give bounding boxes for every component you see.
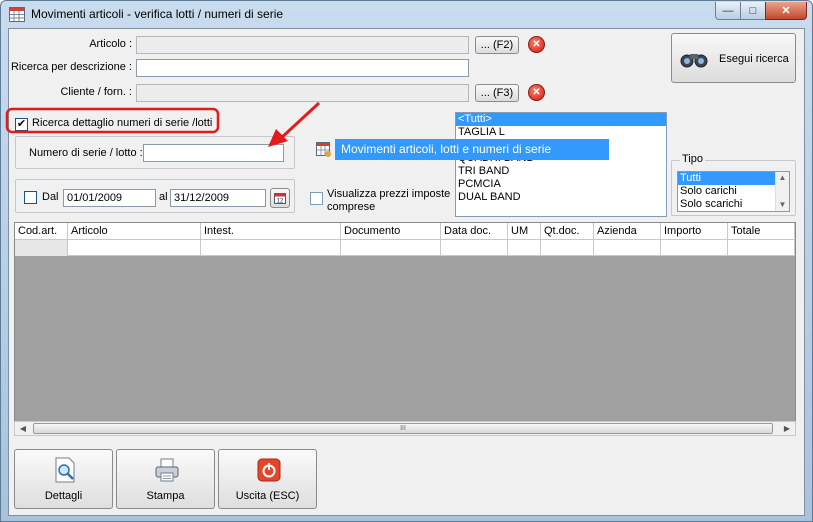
popup-menu-item[interactable]: Movimenti articoli, lotti e numeri di se… — [335, 139, 609, 160]
scroll-thumb[interactable]: III — [33, 423, 773, 434]
report-icon — [316, 142, 331, 157]
table-row[interactable] — [15, 240, 795, 256]
results-grid[interactable]: Cod.art. Articolo Intest. Documento Data doc… — [14, 222, 796, 436]
search-button-label: Esegui ricerca — [719, 53, 789, 65]
date-to-label: al — [159, 191, 168, 203]
serial-field[interactable] — [143, 144, 284, 162]
column-header[interactable]: Documento — [341, 223, 441, 240]
column-header[interactable]: Intest. — [201, 223, 341, 240]
date-from-field[interactable] — [63, 189, 156, 207]
close-window-button[interactable]: ✕ — [765, 2, 807, 20]
table-grid-icon — [9, 7, 25, 22]
show-prices-checkbox[interactable] — [310, 192, 323, 205]
red-highlight-box — [5, 107, 220, 134]
binoculars-icon — [680, 54, 708, 68]
cliente-lookup-button[interactable]: ... (F3) — [475, 84, 519, 102]
column-header[interactable]: Qt.doc. — [541, 223, 594, 240]
tipo-legend: Tipo — [680, 153, 705, 165]
print-label: Stampa — [146, 490, 185, 502]
list-item[interactable]: DUAL BAND — [456, 191, 666, 204]
scroll-up-icon[interactable]: ▲ — [776, 172, 789, 184]
tipo-option[interactable]: Solo scarichi — [678, 198, 775, 211]
date-check-label: Dal — [42, 191, 59, 203]
list-item[interactable]: TRI BAND — [456, 165, 666, 178]
table-cell[interactable] — [541, 240, 594, 256]
exit-label: Uscita (ESC) — [235, 490, 300, 502]
window-title: Movimenti articoli - verifica lotti / nu… — [31, 7, 284, 21]
articolo-lookup-button[interactable]: ... (F2) — [475, 36, 519, 54]
print-button[interactable]: Stampa — [116, 449, 215, 509]
svg-text:12: 12 — [277, 199, 284, 205]
maximize-button[interactable]: □ — [740, 2, 766, 20]
grid-header: Cod.art. Articolo Intest. Documento Data doc… — [15, 223, 795, 240]
date-to-field[interactable] — [170, 189, 266, 207]
scroll-left-icon[interactable]: ◀ — [15, 422, 31, 435]
table-cell[interactable] — [441, 240, 508, 256]
minimize-icon: — — [722, 4, 734, 17]
show-prices-label-1: Visualizza prezzi imposte — [327, 188, 451, 200]
column-header[interactable]: Totale — [728, 223, 795, 240]
column-header[interactable]: Importo — [661, 223, 728, 240]
minimize-button[interactable]: — — [715, 2, 741, 20]
table-cell[interactable] — [661, 240, 728, 256]
title-bar: Movimenti articoli - verifica lotti / nu… — [1, 1, 812, 27]
tipo-scrollbar[interactable]: ▲ ▼ — [775, 172, 789, 211]
column-header[interactable]: Articolo — [68, 223, 201, 240]
table-cell[interactable] — [15, 240, 68, 256]
table-cell[interactable] — [201, 240, 341, 256]
list-item[interactable]: TAGLIA L — [456, 126, 666, 139]
table-cell[interactable] — [594, 240, 661, 256]
articolo-field[interactable] — [136, 36, 469, 54]
calendar-icon: 12 — [274, 193, 286, 205]
table-cell[interactable] — [68, 240, 201, 256]
magnifier-document-icon — [55, 457, 75, 483]
scroll-down-icon[interactable]: ▼ — [776, 199, 789, 211]
table-cell[interactable] — [341, 240, 441, 256]
printer-icon — [155, 458, 179, 482]
maximize-icon: □ — [749, 4, 757, 17]
tipo-option[interactable]: Solo carichi — [678, 185, 775, 198]
list-item[interactable]: PCMCIA — [456, 178, 666, 191]
details-button[interactable]: Dettagli — [14, 449, 113, 509]
show-prices-label-2: comprese — [327, 201, 376, 213]
tipo-group: Tipo Tutti Solo carichi Solo scarichi ▲ ▼ — [671, 153, 796, 216]
category-list[interactable]: <Tutti>TAGLIA LQUADRI BANDTRI BANDPCMCIA… — [455, 112, 667, 217]
tipo-option[interactable]: Tutti — [678, 172, 775, 185]
cliente-label: Cliente / forn. : — [60, 86, 132, 98]
descrizione-field[interactable] — [136, 59, 469, 77]
column-header[interactable]: Azienda — [594, 223, 661, 240]
articolo-label: Articolo : — [89, 38, 132, 50]
date-group: Dal al 12 — [15, 179, 295, 213]
calendar-button[interactable]: 12 — [270, 188, 290, 208]
tipo-list[interactable]: Tutti Solo carichi Solo scarichi ▲ ▼ — [677, 171, 790, 212]
descrizione-label: Ricerca per descrizione : — [10, 61, 132, 73]
table-cell[interactable] — [728, 240, 795, 256]
scroll-right-icon[interactable]: ▶ — [779, 422, 795, 435]
close-icon: ✕ — [781, 5, 791, 17]
details-label: Dettagli — [44, 490, 83, 502]
serial-label: Numero di serie / lotto : — [29, 147, 143, 159]
column-header[interactable]: Cod.art. — [15, 223, 68, 240]
column-header[interactable]: Data doc. — [441, 223, 508, 240]
column-header[interactable]: UM — [508, 223, 541, 240]
red-arrow-annotation — [268, 101, 321, 147]
list-item[interactable]: <Tutti> — [456, 113, 666, 126]
horizontal-scrollbar[interactable]: ◀ III ▶ — [14, 421, 796, 436]
client-area: Articolo : ... (F2) ✕ Ricerca per descri… — [5, 28, 805, 516]
power-icon — [257, 458, 281, 482]
serial-group: Numero di serie / lotto : — [15, 136, 295, 169]
clear-cliente-icon[interactable]: ✕ — [528, 84, 545, 101]
date-checkbox[interactable] — [24, 191, 37, 204]
search-button[interactable]: Esegui ricerca — [671, 33, 796, 83]
table-cell[interactable] — [508, 240, 541, 256]
exit-button[interactable]: Uscita (ESC) — [218, 449, 317, 509]
app-window: Movimenti articoli - verifica lotti / nu… — [0, 0, 813, 522]
clear-articolo-icon[interactable]: ✕ — [528, 36, 545, 53]
